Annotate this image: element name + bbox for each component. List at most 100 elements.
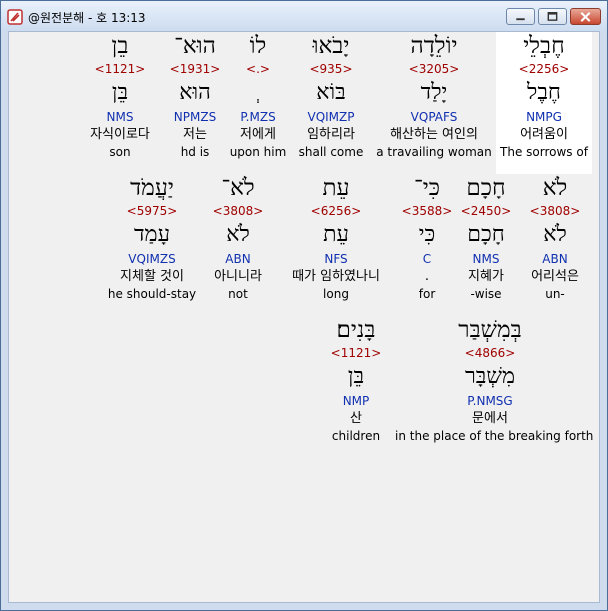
morph-code: NMS <box>106 110 134 124</box>
strong-number: <3808> <box>212 204 264 218</box>
lemma-word: ְ <box>227 78 289 108</box>
lemma-word: חָכָם <box>467 222 505 247</box>
morph-code: C <box>422 252 432 266</box>
lemma-word: יָלַד <box>420 80 448 105</box>
hebrew-word: בְּמִשְׁבַּר <box>458 317 522 343</box>
english-gloss: he should-stay <box>107 287 197 301</box>
word-cell-hu[interactable]: הוּא־ <1931> הוּא NPMZS 저는 hd is <box>167 32 223 160</box>
close-icon <box>580 12 591 22</box>
strong-number: <3588> <box>401 204 453 218</box>
hebrew-word: יָבֹאוּ <box>312 33 350 59</box>
korean-gloss: 어려움이 <box>520 127 568 142</box>
strong-number: <1121> <box>94 62 146 76</box>
interlinear-panel: חֶבְלֵי <2256> חֶבֶל NMPG 어려움이 The sorro… <box>8 31 600 603</box>
morph-code: NFS <box>324 252 348 266</box>
lemma-word: מִשְׁבָּר <box>464 364 516 389</box>
morph-code: NMS <box>472 252 500 266</box>
english-gloss: a travailing woman <box>376 145 492 159</box>
morph-code: NMP <box>342 394 370 408</box>
hebrew-word: עֵת <box>322 175 350 201</box>
english-gloss: -wise <box>470 287 502 301</box>
maximize-button[interactable] <box>538 8 567 25</box>
window-title: @원전분해 - 호 13:13 <box>28 11 146 25</box>
english-gloss: long <box>323 287 349 301</box>
korean-gloss: 어리석은 <box>531 269 579 284</box>
morph-code: VQPAFS <box>410 110 458 124</box>
english-gloss: un- <box>545 287 565 301</box>
korean-gloss: 해산하는 여인의 <box>390 127 478 142</box>
strong-number: <5975> <box>126 204 178 218</box>
lemma-word: בּוֹא <box>316 80 346 105</box>
morph-code: NMPG <box>526 110 562 124</box>
hebrew-word: יַעֲמֹד <box>130 175 174 201</box>
strong-number: <3808> <box>529 204 581 218</box>
strong-number: <3205> <box>408 62 460 76</box>
english-gloss: shall come <box>298 145 364 159</box>
strong-number: <2256> <box>518 62 570 76</box>
strong-number: <6256> <box>310 204 362 218</box>
close-button[interactable] <box>570 8 601 25</box>
word-cell-lo-un[interactable]: לֹא <3808> לֹא ABN 어리석은 un- <box>519 174 591 302</box>
word-cell-yoledah[interactable]: יוֹלֵדָה <3205> יָלַד VQPAFS 해산하는 여인의 a … <box>376 32 492 160</box>
korean-gloss: 지체할 것이 <box>120 269 184 284</box>
morph-code: P.MZS <box>240 110 276 124</box>
lemma-word: בֵּן <box>111 80 129 105</box>
korean-gloss: 임하리라 <box>307 127 355 142</box>
korean-gloss: 저는 <box>183 127 207 142</box>
korean-gloss: 문에서 <box>472 411 508 426</box>
app-icon <box>7 9 23 25</box>
lemma-word: לֹא <box>226 222 250 247</box>
korean-gloss: . <box>424 269 430 284</box>
morph-code: ABN <box>225 252 251 266</box>
strong-number: <2450> <box>460 204 512 218</box>
morph-code: VQIMZP <box>307 110 355 124</box>
hebrew-word: לֹא <box>542 175 568 201</box>
english-gloss: for <box>418 287 436 301</box>
title-bar[interactable]: @원전분해 - 호 13:13 <box>1 1 607 31</box>
hebrew-word: בָּנִים׃ <box>336 317 376 343</box>
english-gloss: in the place of the breaking forth <box>395 429 594 443</box>
hebrew-word: יוֹלֵדָה <box>410 33 458 59</box>
strong-number: <4866> <box>464 346 516 360</box>
korean-gloss: 자식이로다 <box>90 127 150 142</box>
lemma-word: הוּא <box>179 80 211 105</box>
word-cell-ki[interactable]: כִּי־ <3588> כִּי C . for <box>401 174 453 302</box>
korean-gloss: 저에게 <box>240 127 276 142</box>
word-cell-bemishbar[interactable]: בְּמִשְׁבַּר <4866> מִשְׁבָּר P.NMSG 문에서… <box>395 316 594 444</box>
english-gloss: not <box>228 287 248 301</box>
lemma-word: בֵּן <box>347 364 365 389</box>
strong-number: <1931> <box>169 62 221 76</box>
morph-code: VQIMZS <box>128 252 176 266</box>
word-cell-ben[interactable]: בֵן <1121> בֵּן NMS 자식이로다 son <box>79 32 161 160</box>
morph-code: P.NMSG <box>467 394 513 408</box>
app-window: @원전분해 - 호 13:13 חֶבְלֵי <2256> חֶבֶל NMP… <box>0 0 608 611</box>
strong-number: <1121> <box>330 346 382 360</box>
word-cell-lo-not[interactable]: לֹא־ <3808> לֹא ABN 아니니라 not <box>205 174 271 302</box>
word-cell-hebel[interactable]: חֶבְלֵי <2256> חֶבֶל NMPG 어려움이 The sorro… <box>496 32 592 174</box>
hebrew-word: לוֹ <box>249 33 267 59</box>
morph-code: ABN <box>542 252 568 266</box>
korean-gloss: 때가 임하였나니 <box>292 269 380 284</box>
hebrew-word: הוּא־ <box>174 33 216 59</box>
lemma-word: חֶבֶל <box>527 80 561 105</box>
maximize-icon <box>547 12 558 21</box>
word-cell-hakham[interactable]: חָכָם <2450> חָכָם NMS 지혜가 -wise <box>457 174 515 302</box>
korean-gloss: 아니니라 <box>214 269 262 284</box>
strong-number: <.> <box>246 62 270 76</box>
strong-number: <935> <box>309 62 353 76</box>
hebrew-word: חָכָם <box>466 175 506 201</box>
english-gloss: children <box>331 429 381 443</box>
english-gloss: son <box>109 145 131 159</box>
minimize-button[interactable] <box>506 8 535 25</box>
word-cell-yaamod[interactable]: יַעֲמֹד <5975> עָמַד VQIMZS 지체할 것이 he sh… <box>103 174 201 302</box>
word-cell-lo[interactable]: לוֹ <.> ְ P.MZS 저에게 upon him <box>227 32 289 160</box>
hebrew-word: בֵן <box>111 33 129 59</box>
word-cell-yavou[interactable]: יָבֹאוּ <935> בּוֹא VQIMZP 임하리라 shall co… <box>292 32 370 160</box>
lemma-word: עָמַד <box>133 222 171 247</box>
minimize-icon <box>516 18 525 21</box>
korean-gloss: 산 <box>350 411 362 426</box>
word-cell-banim[interactable]: בָּנִים׃ <1121> בֵּן NMP 산 children <box>321 316 391 444</box>
english-gloss: upon him <box>229 145 287 159</box>
hebrew-word: כִּי־ <box>413 175 441 201</box>
word-cell-et[interactable]: עֵת <6256> עֵת NFS 때가 임하였나니 long <box>277 174 395 302</box>
